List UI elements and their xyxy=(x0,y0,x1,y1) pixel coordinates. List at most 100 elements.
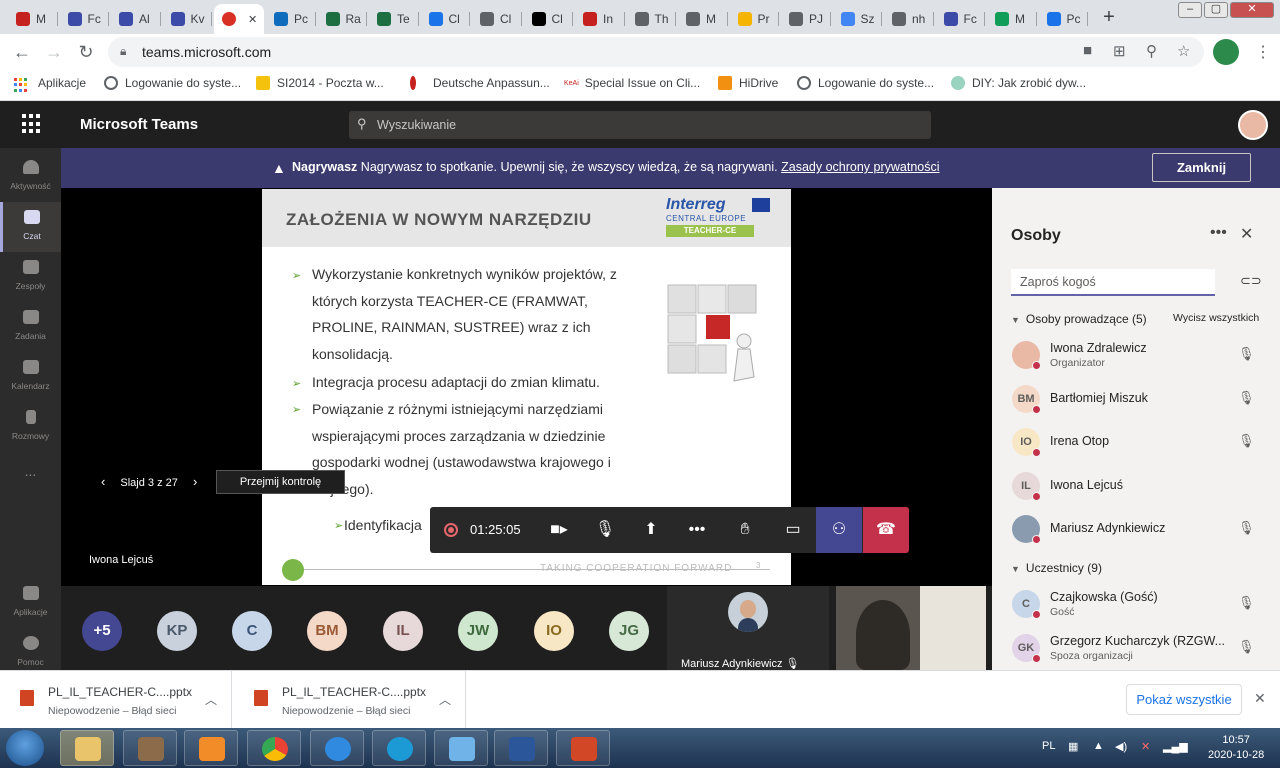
attendees-section-header[interactable]: ▼ Uczestnicy (9) xyxy=(1011,561,1102,575)
mic-off-icon[interactable]: 🎙︎ xyxy=(1238,595,1255,611)
search-input[interactable]: ⚲ Wyszukiwanie xyxy=(349,111,931,139)
browser-tab[interactable]: Pc xyxy=(1039,4,1088,34)
more-actions-button[interactable]: ••• xyxy=(674,507,720,553)
taskbar-media[interactable] xyxy=(184,730,238,766)
rail-item-apps[interactable]: Aplikacje xyxy=(0,578,61,628)
show-all-downloads-button[interactable]: Pokaż wszystkie xyxy=(1126,684,1242,715)
self-video-tile[interactable] xyxy=(836,586,986,670)
rail-item-activity[interactable]: Aktywność xyxy=(0,152,61,202)
participant-avatar[interactable]: JG xyxy=(609,611,649,651)
mic-off-icon[interactable]: 🎙︎ xyxy=(1238,390,1255,406)
browser-tab[interactable]: Sz xyxy=(833,4,882,34)
browser-tab[interactable]: Th xyxy=(627,4,676,34)
chevron-up-icon[interactable]: ︿ xyxy=(205,691,217,708)
browser-tab[interactable]: Kv xyxy=(163,4,212,34)
close-downloads-icon[interactable]: ✕ xyxy=(1254,690,1266,707)
browser-tab[interactable]: Cl xyxy=(421,4,470,34)
keyboard-icon[interactable]: ▦ xyxy=(1068,740,1078,753)
share-screen-button[interactable]: ⬆ xyxy=(628,507,674,553)
rail-item-teams[interactable]: Zespoły xyxy=(0,252,61,302)
bookmark-item[interactable]: Logowanie do syste... xyxy=(797,76,934,90)
back-icon[interactable]: ← xyxy=(10,40,34,64)
raise-hand-button[interactable]: ✋︎ xyxy=(722,507,768,553)
participant-avatar[interactable]: IO xyxy=(534,611,574,651)
profile-avatar[interactable] xyxy=(1238,110,1268,140)
participant-row[interactable]: Mariusz Adynkiewicz 🎙︎ xyxy=(992,507,1280,551)
translate-icon[interactable]: ⊞ xyxy=(1113,42,1126,60)
participant-row[interactable]: IO Irena Otop 🎙︎ xyxy=(992,420,1280,464)
panel-close-icon[interactable]: ✕ xyxy=(1240,224,1253,244)
extension-icon[interactable] xyxy=(1213,39,1239,65)
participant-avatar[interactable]: IL xyxy=(383,611,423,651)
browser-tab[interactable]: M xyxy=(987,4,1037,34)
rail-item-tasks[interactable]: Zadania xyxy=(0,302,61,352)
close-window-button[interactable]: ✕ xyxy=(1230,2,1274,18)
close-banner-button[interactable]: Zamknij xyxy=(1152,153,1251,182)
system-clock[interactable]: 10:57 2020-10-28 xyxy=(1208,733,1264,763)
minimize-button[interactable]: – xyxy=(1178,2,1202,18)
mic-off-icon[interactable]: 🎙︎ xyxy=(1238,433,1255,449)
signal-icon[interactable]: ▂▄▆ xyxy=(1163,740,1188,753)
participant-row[interactable]: BM Bartłomiej Miszuk 🎙︎ xyxy=(992,377,1280,421)
participant-avatar[interactable]: KP xyxy=(157,611,197,651)
camera-icon[interactable]: ■ xyxy=(1083,42,1092,59)
bookmark-item[interactable]: Deutsche Anpassun... xyxy=(410,76,550,90)
mic-off-icon[interactable]: 🎙︎ xyxy=(1238,639,1255,655)
volume-icon[interactable]: ◀) xyxy=(1115,740,1127,753)
participants-button[interactable]: ⚇ xyxy=(816,507,862,553)
participant-row[interactable]: IL Iwona Lejcuś xyxy=(992,464,1280,508)
app-launcher-icon[interactable] xyxy=(22,114,42,134)
browser-tab[interactable]: In xyxy=(575,4,625,34)
browser-tab[interactable]: Fc xyxy=(60,4,109,34)
new-tab-button[interactable]: + xyxy=(1096,5,1122,31)
browser-tab[interactable]: M xyxy=(8,4,58,34)
participant-avatar[interactable]: C xyxy=(232,611,272,651)
bookmark-item[interactable]: Logowanie do syste... xyxy=(104,76,241,90)
presenters-section-header[interactable]: ▼ Osoby prowadzące (5) xyxy=(1011,312,1147,326)
participant-row[interactable]: GK Grzegorz Kucharczyk (RZGW... Spoza orga… xyxy=(992,626,1280,670)
browser-tab[interactable]: Pr xyxy=(730,4,779,34)
participant-row[interactable]: Iwona Zdralewicz Organizator 🎙︎ xyxy=(992,333,1280,377)
taskbar-chrome[interactable] xyxy=(247,730,301,766)
bookmark-item[interactable]: DIY: Jak zrobić dyw... xyxy=(951,76,1086,90)
address-bar[interactable]: 🔒︎ teams.microsoft.com xyxy=(108,37,1204,67)
browser-tab[interactable]: Cl xyxy=(472,4,522,34)
mute-all-button[interactable]: Wycisz wszystkich xyxy=(1173,312,1259,324)
browser-tab-active[interactable]: ✕ xyxy=(214,4,264,34)
rail-item-calendar[interactable]: Kalendarz xyxy=(0,352,61,402)
maximize-button[interactable]: ▢ xyxy=(1204,2,1228,18)
participant-row[interactable]: C Czajkowska (Gość) Gość 🎙︎ xyxy=(992,582,1280,626)
bookmark-apps[interactable]: Aplikacje xyxy=(14,76,86,92)
taskbar-edge[interactable] xyxy=(372,730,426,766)
participant-avatar[interactable]: JW xyxy=(458,611,498,651)
download-item[interactable]: PL_IL_TEACHER-C....pptx Niepowodzenie – … xyxy=(234,671,466,729)
browser-tab[interactable]: nh xyxy=(884,4,934,34)
tray-expand-icon[interactable]: ▲ xyxy=(1093,740,1104,752)
star-icon[interactable]: ☆ xyxy=(1177,42,1190,60)
bookmark-item[interactable]: KeAi Special Issue on Cli... xyxy=(564,76,700,90)
browser-tab[interactable]: Al xyxy=(111,4,161,34)
camera-toggle-button[interactable]: ■▸ xyxy=(536,507,582,553)
hang-up-button[interactable]: ☎︎ xyxy=(863,507,909,553)
rail-item-calls[interactable]: Rozmowy xyxy=(0,402,61,452)
participant-video-tile[interactable]: Mariusz Adynkiewicz 🎙︎ xyxy=(667,586,829,670)
next-slide-icon[interactable]: › xyxy=(193,474,197,489)
bookmark-item[interactable]: HiDrive xyxy=(718,76,778,90)
close-tab-icon[interactable]: ✕ xyxy=(248,13,257,26)
taskbar-network[interactable] xyxy=(434,730,488,766)
mute-toggle-button[interactable]: 🎙︎ xyxy=(582,507,628,553)
download-item[interactable]: PL_IL_TEACHER-C....pptx Niepowodzenie – … xyxy=(0,671,232,729)
browser-tab[interactable]: Fc xyxy=(936,4,985,34)
taskbar-ie[interactable] xyxy=(310,730,364,766)
chevron-up-icon[interactable]: ︿ xyxy=(439,691,451,708)
browser-tab[interactable]: Pc xyxy=(266,4,316,34)
participant-avatar[interactable]: BM xyxy=(307,611,347,651)
panel-more-icon[interactable]: ••• xyxy=(1210,224,1227,242)
forward-icon[interactable]: → xyxy=(42,40,66,64)
browser-tab[interactable]: Ra xyxy=(318,4,367,34)
chat-button[interactable]: ▭ xyxy=(770,507,816,553)
zoom-icon[interactable]: ⚲ xyxy=(1146,42,1157,60)
copy-link-icon[interactable]: ⊂⊃ xyxy=(1240,273,1262,289)
previous-slide-icon[interactable]: ‹ xyxy=(101,474,105,489)
bookmark-item[interactable]: SI2014 - Poczta w... xyxy=(256,76,384,90)
